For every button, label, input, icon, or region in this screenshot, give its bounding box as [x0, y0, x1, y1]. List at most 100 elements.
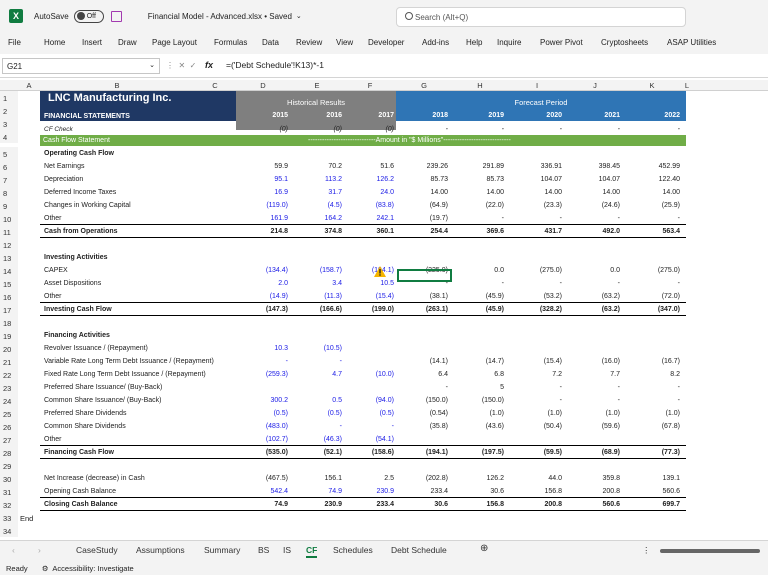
formula-input[interactable]: =('Debt Schedule'!K13)*-1 [226, 60, 324, 70]
row-number[interactable]: 16 [0, 290, 18, 303]
value-cell[interactable]: - [290, 355, 342, 368]
row-number[interactable]: 18 [0, 316, 18, 329]
menu-power-pivot[interactable]: Power Pivot [540, 38, 583, 47]
value-cell[interactable]: (275.0) [624, 264, 680, 277]
row-number[interactable]: 5 [0, 147, 18, 160]
row-number[interactable]: 11 [0, 225, 18, 238]
sheet-tab-bs[interactable]: BS [258, 545, 269, 555]
value-cell[interactable]: 31.7 [290, 186, 342, 199]
value-cell[interactable]: - [624, 277, 680, 290]
col-header-j[interactable]: J [566, 81, 624, 90]
value-cell[interactable]: (150.0) [452, 394, 504, 407]
row-number[interactable]: 27 [0, 433, 18, 446]
row-number[interactable]: 26 [0, 420, 18, 433]
menu-developer[interactable]: Developer [368, 38, 404, 47]
row-number[interactable]: 15 [0, 277, 18, 290]
menu-insert[interactable]: Insert [82, 38, 102, 47]
value-cell[interactable]: (14.7) [452, 355, 504, 368]
value-cell[interactable]: (194.1) [344, 264, 394, 277]
value-cell[interactable]: (0.5) [344, 407, 394, 420]
menu-formulas[interactable]: Formulas [214, 38, 247, 47]
value-cell[interactable]: 359.8 [566, 472, 620, 485]
chevron-down-icon[interactable]: ⌄ [149, 61, 155, 69]
value-cell[interactable]: (202.8) [396, 472, 448, 485]
col-header-b[interactable]: B [40, 81, 194, 90]
menu-home[interactable]: Home [44, 38, 65, 47]
menu-file[interactable]: File [8, 38, 21, 47]
row-number[interactable]: 29 [0, 459, 18, 472]
value-cell[interactable]: 2.5 [344, 472, 394, 485]
value-cell[interactable]: (1.0) [624, 407, 680, 420]
value-cell[interactable]: (35.8) [396, 420, 448, 433]
value-cell[interactable]: - [290, 420, 342, 433]
warning-icon[interactable] [374, 266, 386, 277]
row-number[interactable]: 6 [0, 160, 18, 173]
sheet-tab-summary[interactable]: Summary [204, 545, 240, 555]
value-cell[interactable]: (25.9) [624, 199, 680, 212]
value-cell[interactable]: - [396, 381, 448, 394]
col-header-i[interactable]: I [508, 81, 566, 90]
row-number[interactable]: 1 [0, 91, 18, 104]
value-cell[interactable]: (43.6) [452, 420, 504, 433]
row-number[interactable]: 8 [0, 186, 18, 199]
value-cell[interactable]: - [452, 277, 504, 290]
value-cell[interactable]: - [508, 394, 562, 407]
value-cell[interactable]: 51.6 [344, 160, 394, 173]
value-cell[interactable]: 0.5 [290, 394, 342, 407]
value-cell[interactable]: 44.0 [508, 472, 562, 485]
value-cell[interactable]: - [566, 381, 620, 394]
value-cell[interactable]: (1.0) [508, 407, 562, 420]
sheet-tab-casestudy[interactable]: CaseStudy [76, 545, 118, 555]
value-cell[interactable]: 14.00 [396, 186, 448, 199]
value-cell[interactable]: 95.1 [236, 173, 288, 186]
value-cell[interactable]: (4.5) [290, 199, 342, 212]
menu-inquire[interactable]: Inquire [497, 38, 521, 47]
value-cell[interactable]: 59.9 [236, 160, 288, 173]
value-cell[interactable]: 2.0 [236, 277, 288, 290]
col-header-k[interactable]: K [624, 81, 680, 90]
menu-view[interactable]: View [336, 38, 353, 47]
value-cell[interactable]: (467.5) [236, 472, 288, 485]
menu-help[interactable]: Help [466, 38, 482, 47]
value-cell[interactable]: 7.2 [508, 368, 562, 381]
row-number[interactable]: 3 [0, 117, 18, 130]
value-cell[interactable]: 239.26 [396, 160, 448, 173]
row-number[interactable]: 14 [0, 264, 18, 277]
menu-asap-utilities[interactable]: ASAP Utilities [667, 38, 716, 47]
value-cell[interactable]: 113.2 [290, 173, 342, 186]
row-number[interactable]: 4 [0, 130, 18, 143]
sheet-tab-cf[interactable]: CF [306, 545, 318, 558]
value-cell[interactable]: 3.4 [290, 277, 342, 290]
value-cell[interactable]: (158.7) [290, 264, 342, 277]
value-cell[interactable]: 126.2 [344, 173, 394, 186]
row-number[interactable]: 28 [0, 446, 18, 459]
sheet-tab-assumptions[interactable]: Assumptions [136, 545, 185, 555]
value-cell[interactable]: (483.0) [236, 420, 288, 433]
value-cell[interactable]: 300.2 [236, 394, 288, 407]
value-cell[interactable]: 156.1 [290, 472, 342, 485]
value-cell[interactable]: (24.6) [566, 199, 620, 212]
value-cell[interactable]: (94.0) [344, 394, 394, 407]
row-number[interactable]: 34 [0, 524, 18, 537]
value-cell[interactable]: (15.4) [508, 355, 562, 368]
value-cell[interactable]: (16.7) [624, 355, 680, 368]
value-cell[interactable]: 14.00 [508, 186, 562, 199]
value-cell[interactable]: - [566, 394, 620, 407]
sheet-tab-debt-schedule[interactable]: Debt Schedule [391, 545, 447, 555]
search-box[interactable]: Search (Alt+Q) [396, 7, 686, 27]
value-cell[interactable]: - [344, 420, 394, 433]
row-number[interactable]: 9 [0, 199, 18, 212]
row-number[interactable]: 32 [0, 498, 18, 511]
value-cell[interactable]: (59.6) [566, 420, 620, 433]
value-cell[interactable]: 14.00 [566, 186, 620, 199]
value-cell[interactable]: 14.00 [452, 186, 504, 199]
value-cell[interactable]: 126.2 [452, 472, 504, 485]
value-cell[interactable]: (16.0) [566, 355, 620, 368]
row-number[interactable]: 21 [0, 355, 18, 368]
value-cell[interactable]: 6.4 [396, 368, 448, 381]
value-cell[interactable]: - [508, 381, 562, 394]
value-cell[interactable]: 122.40 [624, 173, 680, 186]
value-cell[interactable]: 24.0 [344, 186, 394, 199]
col-header-h[interactable]: H [452, 81, 508, 90]
sheet-tab-schedules[interactable]: Schedules [333, 545, 373, 555]
